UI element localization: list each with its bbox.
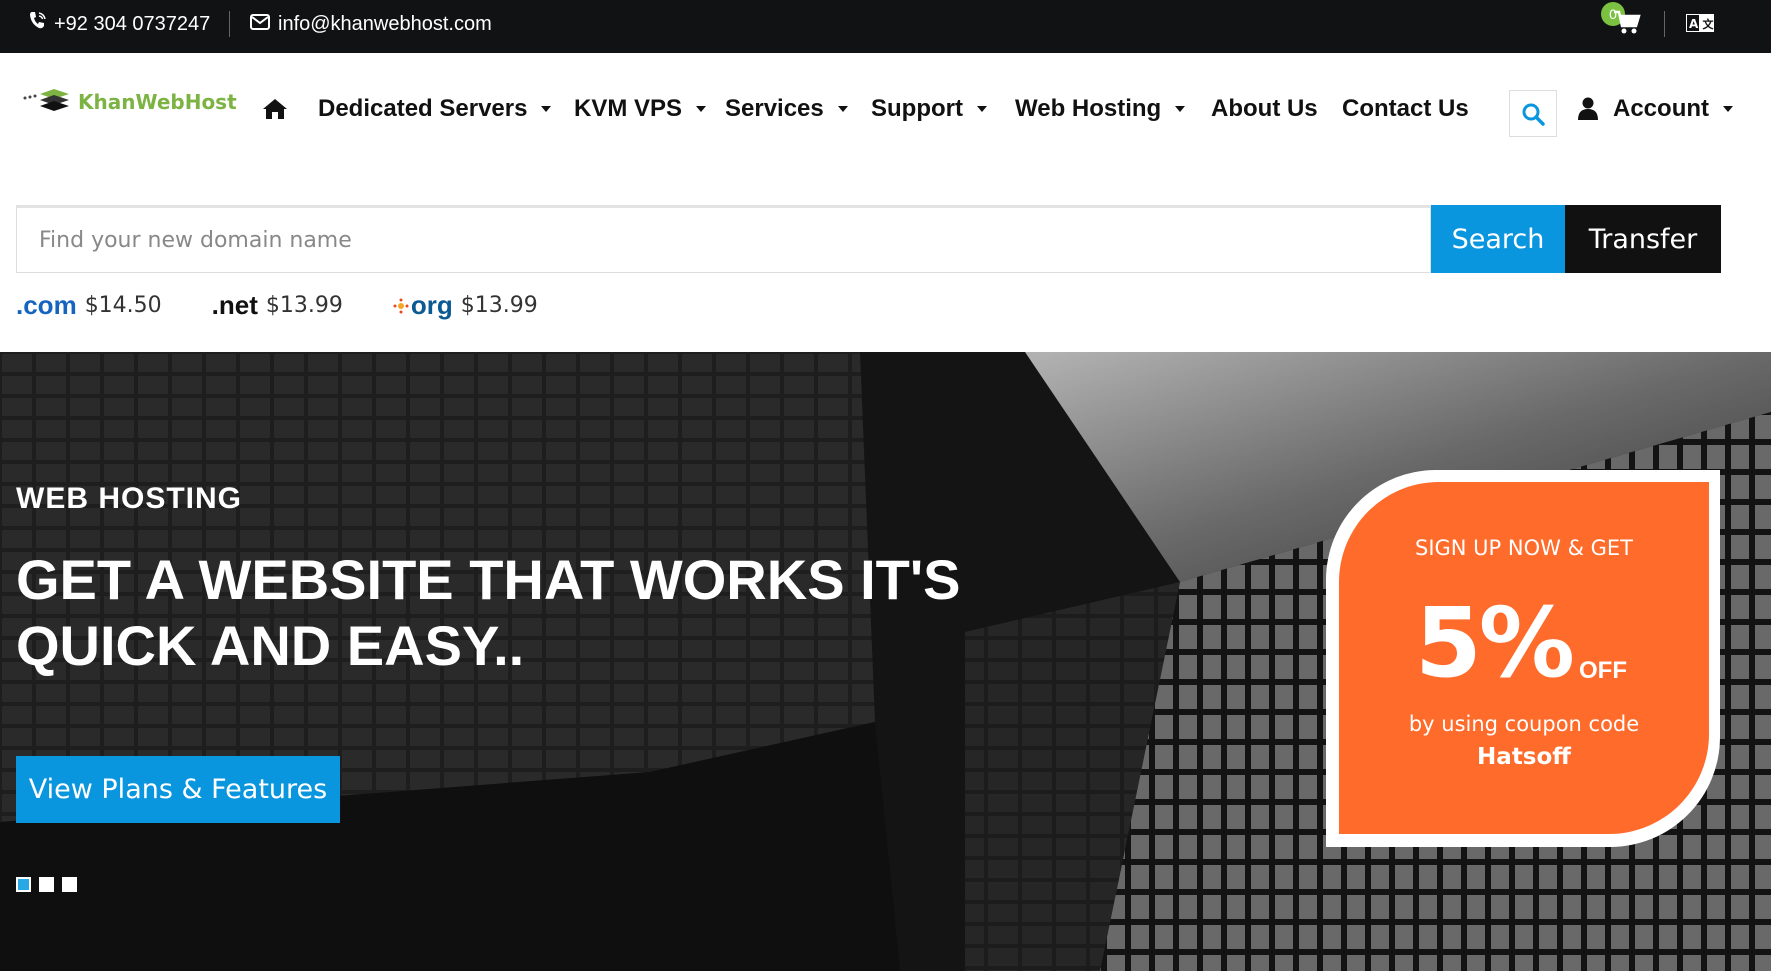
caret-down-icon	[837, 106, 848, 112]
envelope-icon	[250, 13, 270, 36]
domain-search-button[interactable]: Search	[1431, 205, 1565, 273]
email-address: info@khanwebhost.com	[278, 12, 492, 35]
tld-item-net: .net $13.99	[212, 290, 343, 321]
promo-off-label: OFF	[1579, 657, 1627, 684]
org-logo-icon	[393, 298, 409, 313]
topbar-divider	[1664, 11, 1665, 37]
email-contact[interactable]: info@khanwebhost.com	[250, 0, 492, 48]
nav-item-label: Support	[871, 95, 963, 122]
slider-dot[interactable]	[39, 877, 54, 892]
hero-title: GET A WEBSITE THAT WORKS IT'S QUICK AND …	[16, 547, 1016, 679]
brand-logo[interactable]: KhanWebHost	[22, 88, 237, 116]
promo-heading: SIGN UP NOW & GET	[1415, 536, 1633, 560]
nav-item-services[interactable]: Services	[725, 95, 848, 123]
nav-item-label: Contact Us	[1342, 95, 1469, 122]
promo-text: by using coupon code	[1408, 712, 1640, 736]
promo-percent: 5%	[1415, 587, 1575, 699]
domain-search-input[interactable]	[16, 205, 1431, 273]
hero-subtitle: WEB HOSTING	[16, 482, 242, 515]
topbar-divider	[229, 11, 230, 37]
promo-coupon-code: Hatsoff	[1477, 744, 1571, 770]
caret-down-icon	[1175, 106, 1186, 112]
hero-banner: WEB HOSTING GET A WEBSITE THAT WORKS IT'…	[0, 352, 1771, 971]
domain-transfer-button[interactable]: Transfer	[1565, 205, 1721, 273]
tld-price: $13.99	[460, 293, 538, 318]
nav-item-dedicated-servers[interactable]: Dedicated Servers	[318, 95, 552, 123]
tld-net-label: .net	[211, 290, 258, 320]
nav-item-label: KVM VPS	[574, 95, 683, 122]
svg-text:A: A	[1689, 17, 1699, 31]
account-label: Account	[1613, 95, 1709, 122]
language-icon[interactable]: A文	[1685, 13, 1716, 33]
hero-title-line: QUICK AND EASY..	[16, 614, 525, 677]
phone-contact[interactable]: +92 304 0737247	[28, 0, 210, 48]
nav-item-label: About Us	[1211, 95, 1318, 122]
tld-com-label: .com	[16, 290, 77, 320]
tld-item-com: .com $14.50	[16, 290, 162, 321]
view-plans-button[interactable]: View Plans & Features	[16, 756, 340, 823]
main-navigation: KhanWebHost Dedicated Servers KVM VPS Se…	[0, 53, 1771, 168]
logo-stack-icon	[23, 89, 69, 111]
slider-dot[interactable]	[16, 877, 31, 892]
nav-item-support[interactable]: Support	[871, 95, 987, 123]
tld-org-label: org	[410, 290, 453, 320]
user-icon	[1578, 97, 1598, 120]
phone-number: +92 304 0737247	[54, 12, 211, 35]
promo-card-body: SIGN UP NOW & GET 5% OFF by using coupon…	[1339, 482, 1709, 834]
brand-name: KhanWebHost	[78, 90, 237, 114]
nav-search-button[interactable]	[1509, 90, 1557, 137]
cart-icon[interactable]	[1612, 8, 1644, 38]
nav-item-label: Services	[725, 95, 824, 122]
promo-card: SIGN UP NOW & GET 5% OFF by using coupon…	[1326, 470, 1720, 847]
account-menu[interactable]: Account	[1577, 95, 1733, 123]
tld-price: $13.99	[265, 293, 343, 318]
nav-item-label: Web Hosting	[1015, 95, 1162, 122]
caret-down-icon	[541, 106, 552, 112]
phone-icon	[28, 11, 46, 37]
nav-item-web-hosting[interactable]: Web Hosting	[1015, 95, 1186, 123]
nav-item-kvm-vps[interactable]: KVM VPS	[574, 95, 707, 123]
home-icon[interactable]	[262, 98, 288, 125]
slider-dot[interactable]	[62, 877, 77, 892]
domain-search-form: Search Transfer	[16, 205, 1721, 273]
nav-item-label: Dedicated Servers	[318, 95, 528, 122]
search-icon	[1522, 103, 1545, 126]
caret-down-icon	[976, 106, 987, 112]
hero-title-line: GET A WEBSITE THAT WORKS IT'S	[16, 548, 961, 611]
nav-item-contact-us[interactable]: Contact Us	[1342, 95, 1469, 123]
caret-down-icon	[696, 106, 707, 112]
tld-pricing-list: .com $14.50 .net $13.99 org $13.99	[16, 290, 588, 321]
caret-down-icon	[1723, 106, 1733, 112]
tld-price: $14.50	[84, 293, 162, 318]
top-bar: +92 304 0737247 info@khanwebhost.com 0 A…	[0, 0, 1771, 53]
slider-dots	[16, 877, 77, 892]
nav-item-about-us[interactable]: About Us	[1211, 95, 1318, 123]
tld-item-org: org $13.99	[393, 290, 538, 321]
svg-text:文: 文	[1703, 17, 1715, 31]
